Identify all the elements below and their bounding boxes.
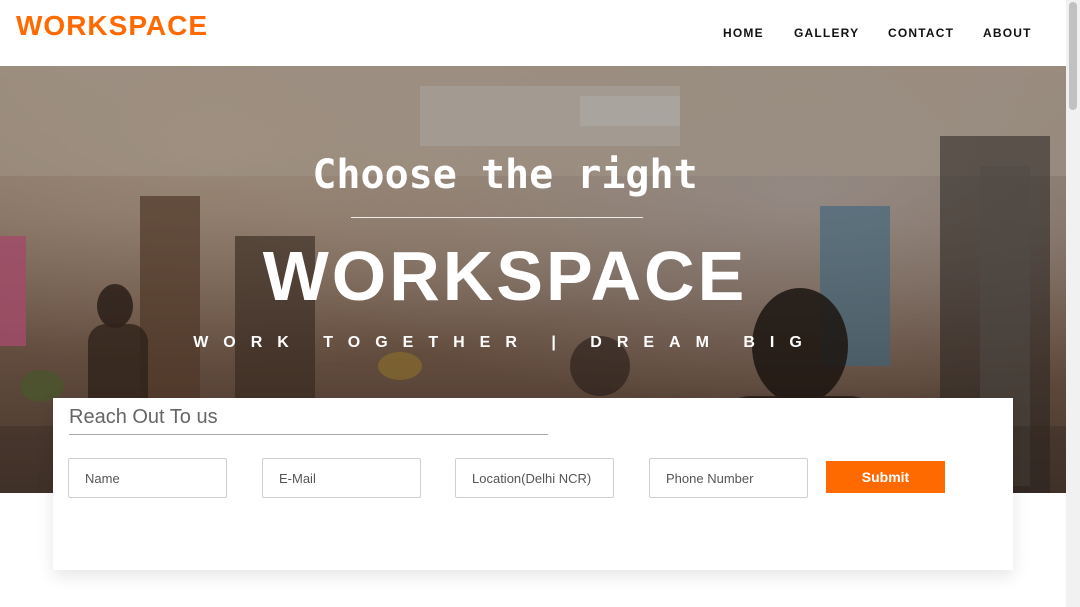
nav-item-about[interactable]: ABOUT [983,26,1032,40]
nav-item-contact[interactable]: CONTACT [888,26,954,40]
form-title-underline [69,434,548,435]
main-nav: HOME GALLERY CONTACT ABOUT [0,26,1066,40]
hero-tagline: WORK TOGETHER | DREAM BIG [193,334,817,351]
submit-button[interactable]: Submit [826,461,945,493]
nav-item-home[interactable]: HOME [723,26,764,40]
email-input[interactable] [262,458,421,498]
hero-title: WORKSPACE [262,237,748,315]
site-header: WORKSPACE HOME GALLERY CONTACT ABOUT [0,0,1066,66]
phone-input[interactable] [649,458,808,498]
contact-form-card: Reach Out To us Submit [53,398,1013,570]
name-input[interactable] [68,458,227,498]
form-title: Reach Out To us [69,406,218,428]
hero-subtitle: Choose the right [312,152,698,198]
location-input[interactable] [455,458,614,498]
hero-divider [351,217,643,218]
page-scrollbar[interactable] [1066,0,1080,607]
nav-item-gallery[interactable]: GALLERY [794,26,859,40]
scrollbar-thumb[interactable] [1069,2,1077,110]
